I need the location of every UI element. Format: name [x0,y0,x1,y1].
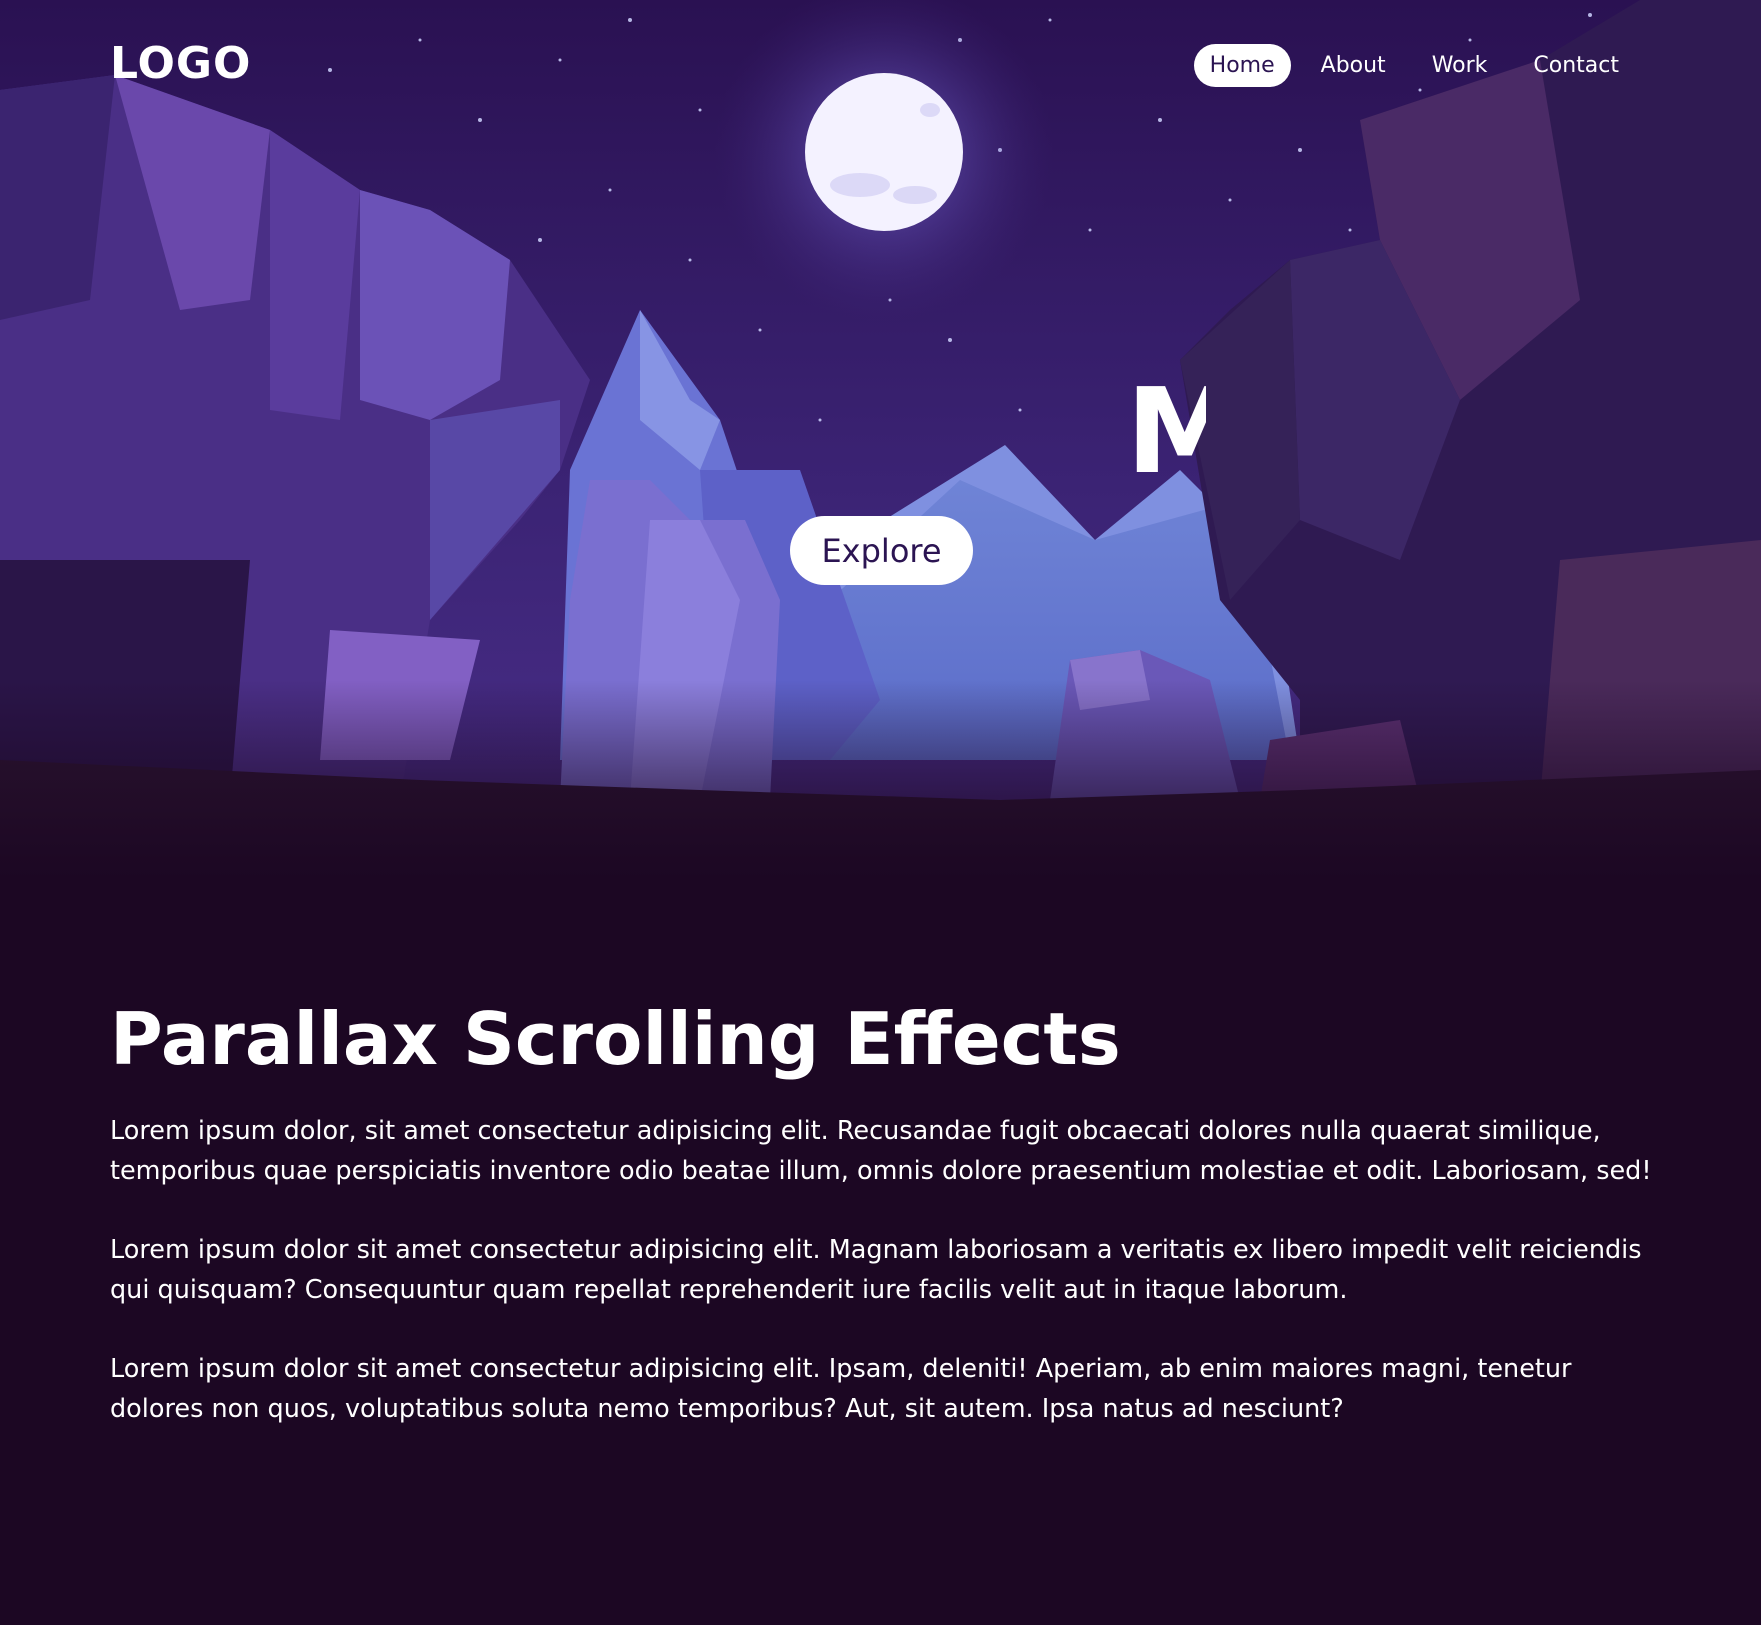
nav-about-link[interactable]: About [1305,44,1402,87]
moon [805,73,963,231]
nav-contact-link[interactable]: Contact [1517,44,1635,87]
explore-button[interactable]: Explore [790,516,973,585]
content-section: Parallax Scrolling Effects Lorem ipsum d… [110,997,1670,1468]
nav-home-link[interactable]: Home [1193,44,1291,87]
nav-work-link[interactable]: Work [1416,44,1504,87]
hero-headline: M [1126,372,1206,490]
page: LOGO Home About Work Contact M Explore P… [0,0,1761,1625]
hero-landscape-illustration [0,0,1761,880]
content-paragraph-2: Lorem ipsum dolor sit amet consectetur a… [110,1235,1642,1306]
content-paragraph-1: Lorem ipsum dolor, sit amet consectetur … [110,1116,1652,1187]
main-nav: Home About Work Contact [1193,44,1635,87]
hero-section: LOGO Home About Work Contact M Explore [0,0,1761,880]
page-title: Parallax Scrolling Effects [110,997,1121,1081]
logo[interactable]: LOGO [110,38,251,89]
content-paragraph-3: Lorem ipsum dolor sit amet consectetur a… [110,1354,1572,1425]
